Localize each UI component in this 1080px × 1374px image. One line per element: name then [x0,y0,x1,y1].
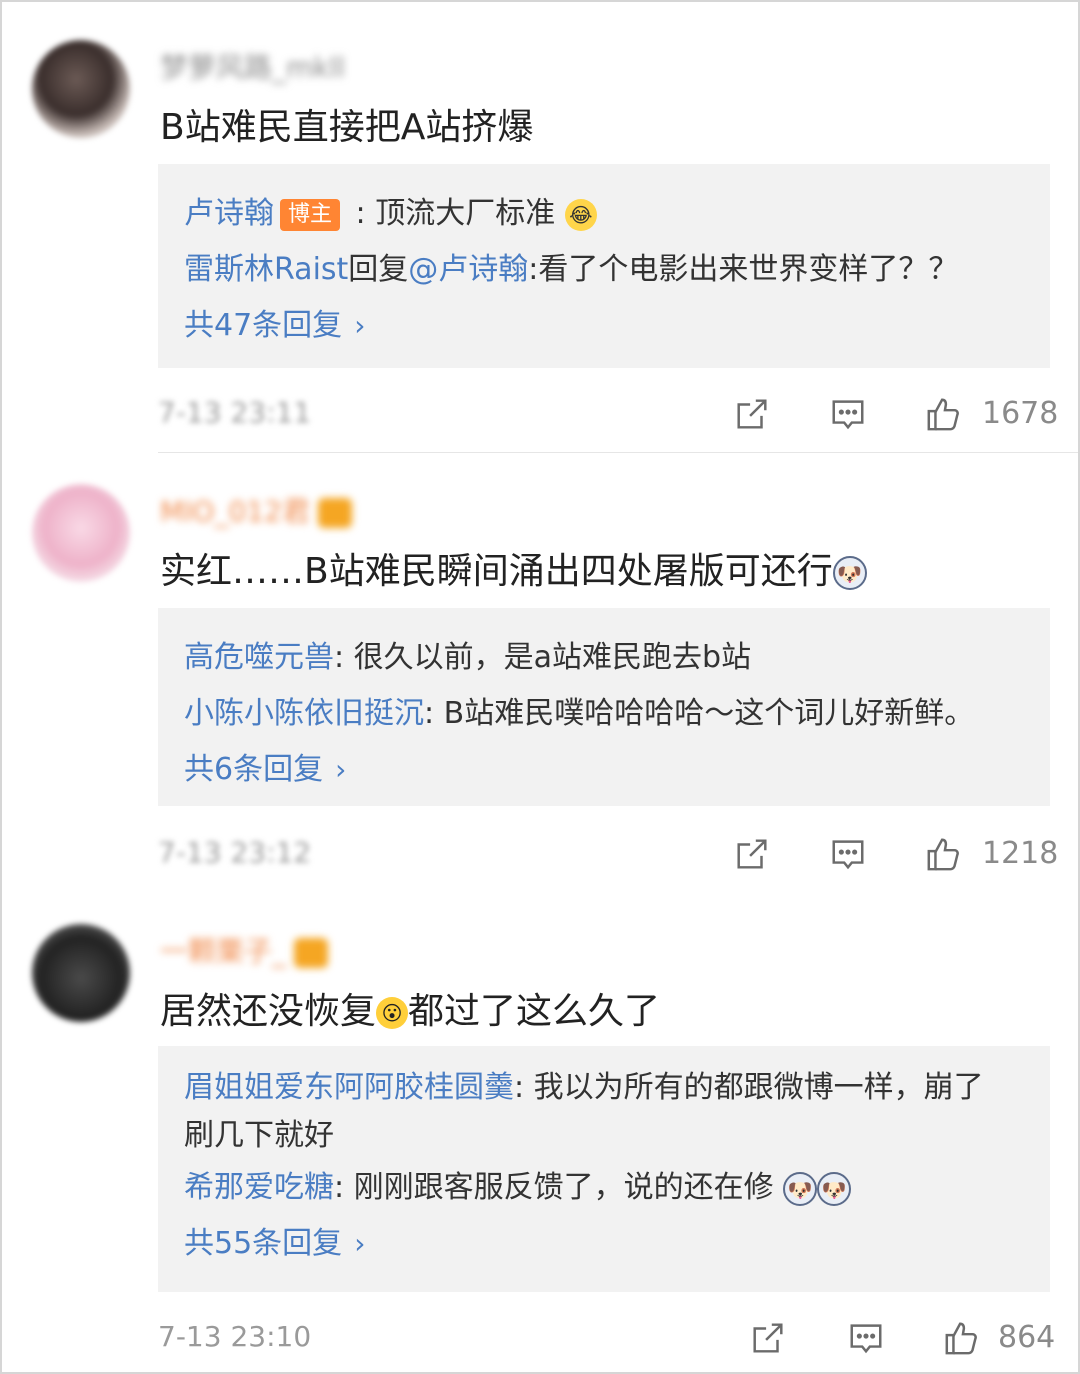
reply-box[interactable]: 高危噬元兽: 很久以前，是a站难民跑去b站 小陈小陈依旧挺沉: B站难民噗哈哈哈… [158,608,1050,806]
comment-text: 居然还没恢复 😮 都过了这么久了 [160,991,661,1032]
reply-text: 很久以前，是a站难民跑去b站 [353,640,752,675]
reply-text: 顶流大厂标准 [375,196,556,231]
reply-author[interactable]: 雷斯林Raist [184,252,348,287]
comment-item: MIO_012君 实红……B站难民瞬间涌出四处屠版可还行 🐶 高危噬元兽: 很久以… [0,442,1080,882]
username[interactable]: MIO_012君 [160,490,352,530]
comment-footer: 7-13 23:10 864 [0,1306,1055,1366]
reply-line: 卢诗翰 博主 : 顶流大厂标准 😂 [184,186,1024,242]
vip-crown-icon [294,938,329,968]
reply-line: 高危噬元兽: 很久以前，是a站难民跑去b站 [184,640,752,675]
reply-text: 刚刚跟客服反馈了，说的还在修 [353,1170,774,1205]
like-count: 1678 [982,396,1059,431]
avatar[interactable] [32,40,130,138]
reply-author[interactable]: 小陈小陈依旧挺沉 [184,696,424,731]
share-icon[interactable] [732,394,772,434]
avatar[interactable] [32,484,130,582]
wonder-emoji: 😮 [376,997,409,1029]
username[interactable]: 一颗栗子_ [160,930,329,970]
comment-text: 实红……B站难民瞬间涌出四处屠版可还行 🐶 [160,542,867,594]
comment-footer: 7-13 23:11 1678 [0,382,1058,442]
view-more-replies-link[interactable]: 共55条回复 › [184,1216,1024,1272]
doge-emoji: 🐶 [783,1171,818,1206]
comment-item: 梦萝风路_mkll B站难民直接把A站挤爆 卢诗翰 博主 : 顶流大厂标准 😂 雷… [0,0,1080,453]
mention-link[interactable]: @卢诗翰 [408,252,528,287]
comment-text: B站难民直接把A站挤爆 [160,107,534,148]
share-icon[interactable] [732,834,772,874]
reply-author[interactable]: 高危噬元兽 [184,640,334,675]
reply-author[interactable]: 眉姐姐爱东阿阿胶桂圆羹 [184,1070,514,1105]
comment-footer: 7-13 23:12 1218 [0,822,1058,882]
thumbs-up-icon[interactable] [942,1318,982,1358]
comment-icon[interactable] [828,394,868,434]
view-more-replies-link[interactable]: 共6条回复 › [184,742,1024,798]
author-badge: 博主 [280,198,341,231]
comment-icon[interactable] [846,1318,886,1358]
chevron-right-icon: › [335,753,347,786]
vip-crown-icon [317,498,352,528]
reply-text: B站难民噗哈哈哈哈～这个词儿好新鲜。 [443,696,975,731]
reply-author[interactable]: 卢诗翰 [184,196,274,231]
reply-text: 看了个电影出来世界变样了？？ [538,252,959,287]
comment-icon[interactable] [828,834,868,874]
chevron-right-icon: › [354,309,366,342]
laugh-emoji: 😂 [564,198,597,231]
timestamp: 7-13 23:12 [158,836,312,869]
like-count: 1218 [982,836,1059,871]
avatar[interactable] [32,924,130,1022]
reply-box[interactable]: 卢诗翰 博主 : 顶流大厂标准 😂 雷斯林Raist回复@卢诗翰:看了个电影出来世… [158,164,1050,368]
reply-line: 雷斯林Raist回复@卢诗翰:看了个电影出来世界变样了？？ [184,252,959,287]
reply-line: 希那爱吃糖: 刚刚跟客服反馈了，说的还在修 🐶 🐶 [184,1160,1024,1216]
reply-line: 眉姐姐爱东阿阿胶桂圆羹: 我以为所有的都跟微博一样，崩了刷几下就好 [184,1070,984,1153]
comment-item: 一颗栗子_ 居然还没恢复 😮 都过了这么久了 眉姐姐爱东阿阿胶桂圆羹: 我以为所有的… [0,880,1080,1374]
reply-author[interactable]: 希那爱吃糖 [184,1170,334,1205]
timestamp: 7-13 23:10 [158,1320,312,1353]
thumbs-up-icon[interactable] [924,394,964,434]
doge-emoji: 🐶 [832,556,867,590]
like-count: 864 [998,1320,1056,1355]
chevron-right-icon: › [354,1227,366,1260]
doge-emoji: 🐶 [817,1171,852,1206]
view-more-replies-link[interactable]: 共47条回复 › [184,298,1024,354]
share-icon[interactable] [748,1318,788,1358]
reply-line: 小陈小陈依旧挺沉: B站难民噗哈哈哈哈～这个词儿好新鲜。 [184,696,975,731]
thumbs-up-icon[interactable] [924,834,964,874]
username[interactable]: 梦萝风路_mkll [160,46,345,86]
reply-box[interactable]: 眉姐姐爱东阿阿胶桂圆羹: 我以为所有的都跟微博一样，崩了刷几下就好 希那爱吃糖:… [158,1046,1050,1292]
timestamp: 7-13 23:11 [158,396,312,429]
